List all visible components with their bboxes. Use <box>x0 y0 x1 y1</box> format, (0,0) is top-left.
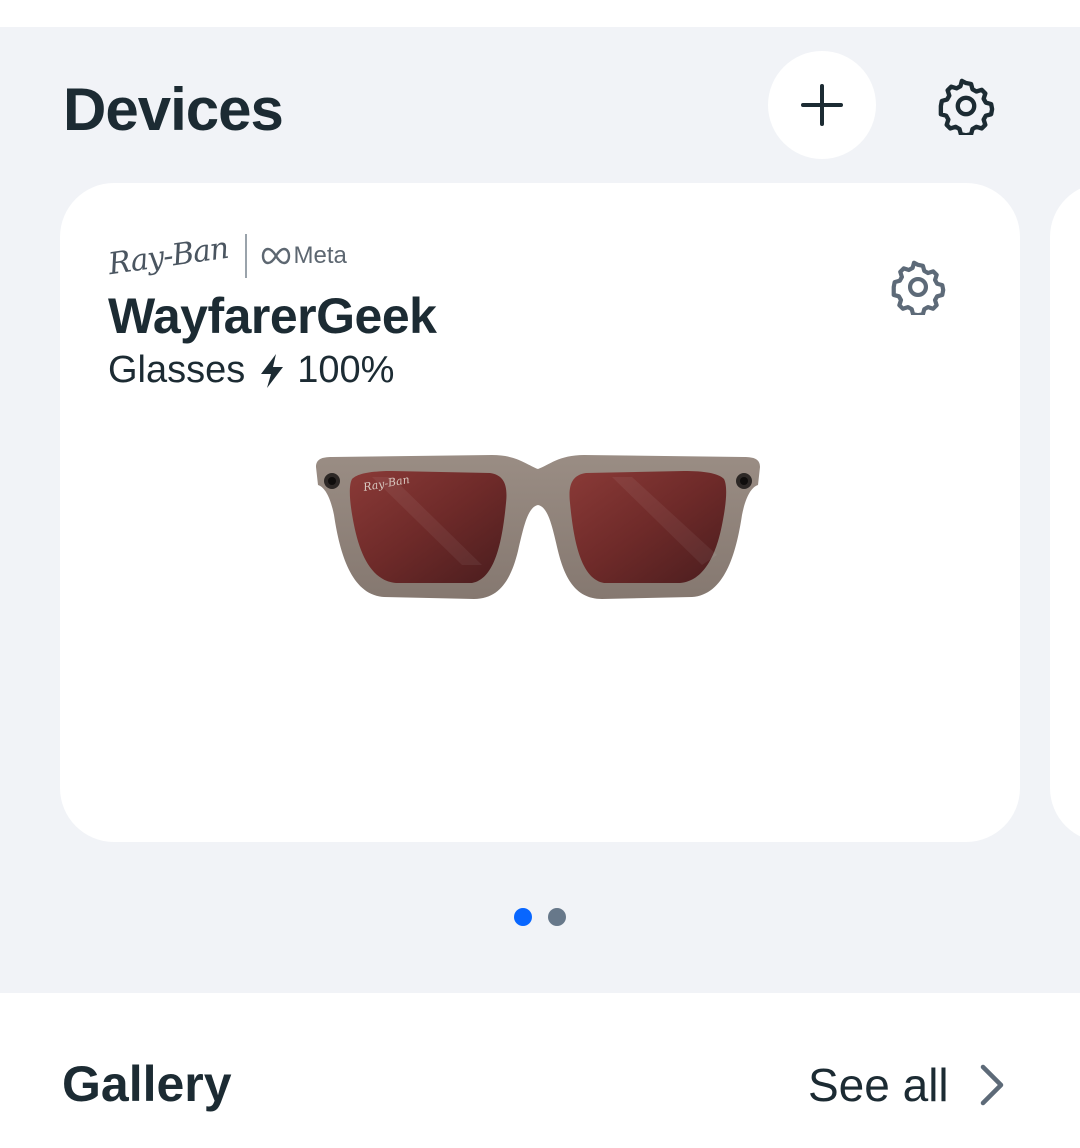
meta-infinity-icon <box>261 247 290 265</box>
add-device-button[interactable] <box>768 51 876 159</box>
glasses-image: Ray-Ban <box>316 455 760 599</box>
meta-logo: Meta <box>261 242 347 270</box>
brand-divider <box>244 234 247 278</box>
pager-dot-active[interactable] <box>514 908 532 926</box>
carousel-pager <box>514 908 566 926</box>
plus-icon <box>801 84 843 126</box>
top-strip <box>0 0 1080 27</box>
devices-section: Devices Ray-Ban Meta WayfarerGeek Glasse… <box>0 27 1080 993</box>
brand-logos: Ray-Ban Meta <box>106 230 347 282</box>
device-settings-button[interactable] <box>888 257 948 317</box>
device-status: Glasses 100% <box>108 349 394 392</box>
see-all-label: See all <box>808 1059 949 1111</box>
battery-level: 100% <box>297 349 395 391</box>
gear-icon <box>938 78 995 135</box>
chevron-right-icon <box>979 1063 1005 1107</box>
settings-button[interactable] <box>933 77 999 135</box>
page-title: Devices <box>63 76 284 143</box>
device-type: Glasses <box>108 349 246 391</box>
device-card[interactable]: Ray-Ban Meta WayfarerGeek Glasses 100% R… <box>60 183 1020 842</box>
meta-label: Meta <box>293 242 347 269</box>
pager-dot[interactable] <box>548 908 566 926</box>
next-device-card-peek[interactable] <box>1050 183 1080 842</box>
rayban-logo: Ray-Ban <box>106 230 231 282</box>
gear-icon <box>891 260 946 315</box>
device-name: WayfarerGeek <box>108 288 437 344</box>
lightning-bolt-icon <box>257 353 287 389</box>
gallery-title: Gallery <box>62 1056 232 1112</box>
gallery-section: Gallery See all <box>0 993 1080 1148</box>
see-all-link[interactable]: See all <box>808 1055 1005 1115</box>
